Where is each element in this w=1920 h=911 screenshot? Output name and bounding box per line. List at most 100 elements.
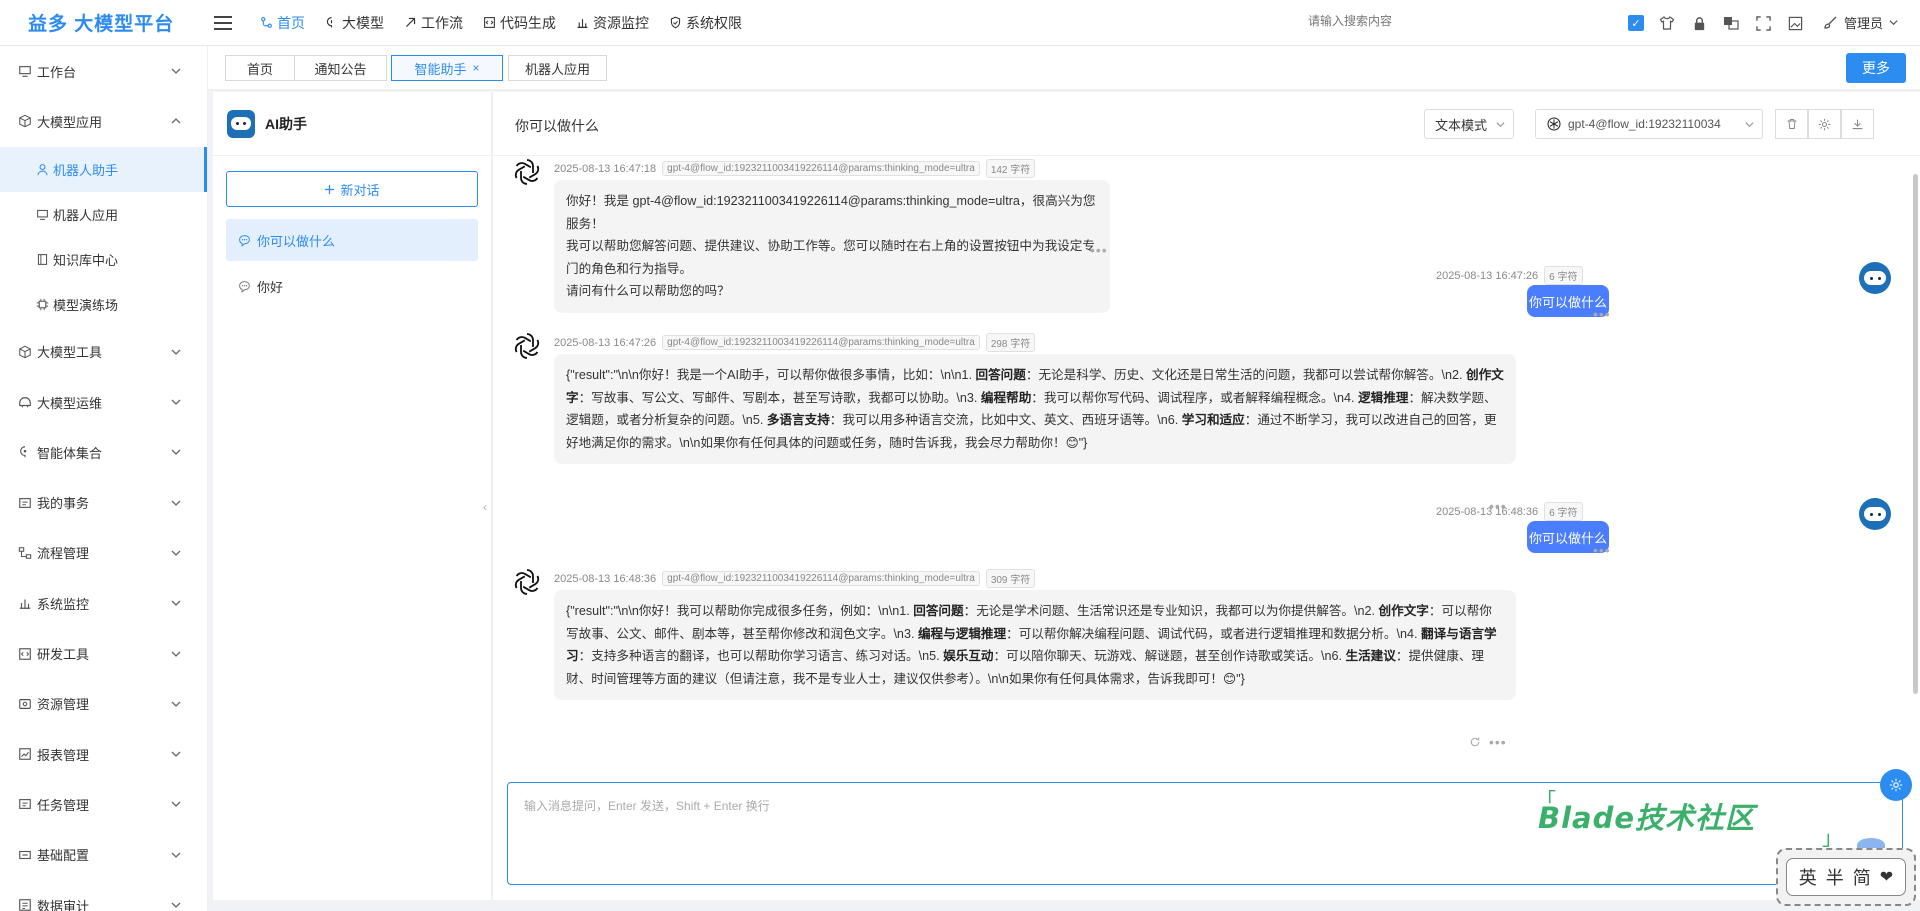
more-button[interactable]: 更多: [1846, 53, 1906, 83]
input-settings-button[interactable]: [1880, 769, 1912, 801]
heart-icon[interactable]: ❤: [1880, 867, 1893, 887]
settings-button[interactable]: [1808, 109, 1841, 139]
sidebar-item-data-audit[interactable]: 数据审计: [0, 880, 207, 911]
sidebar-item-base-config[interactable]: 基础配置: [0, 830, 207, 880]
more-options-icon[interactable]: •••: [1489, 734, 1507, 750]
topnav-monitor[interactable]: 资源监控: [576, 13, 649, 33]
ime-script[interactable]: 简: [1853, 864, 1871, 890]
more-options-icon[interactable]: •••: [1593, 306, 1611, 322]
tab-label: 通知公告: [314, 61, 367, 77]
chevron-up-icon: [171, 118, 181, 124]
char-count-badge: 142 字符: [985, 159, 1036, 178]
openai-icon: [1547, 117, 1561, 131]
tab-notices[interactable]: 通知公告: [294, 55, 387, 81]
download-icon: [1852, 119, 1863, 129]
more-options-icon[interactable]: •••: [1593, 542, 1611, 558]
chevron-down-icon: [171, 801, 181, 808]
refresh-icon[interactable]: [1469, 736, 1481, 748]
tab-robot-apps[interactable]: 机器人应用: [508, 55, 607, 81]
topnav-permissions[interactable]: 系统权限: [669, 13, 742, 33]
sidebar-item-label: 机器人应用: [53, 207, 119, 223]
bot-message-bubble: {"result":"\n\n你好！我可以帮助你完成很多任务，例如：\n\n1.…: [554, 590, 1516, 700]
chevron-down-icon: [1745, 122, 1754, 128]
message-bold: 编程帮助: [980, 390, 1032, 405]
fullscreen-icon[interactable]: [1754, 14, 1772, 32]
more-options-icon[interactable]: •••: [1090, 242, 1108, 258]
chevron-down-icon: [171, 500, 181, 506]
chevron-down-icon: [171, 449, 181, 456]
new-conversation-button[interactable]: 新对话: [226, 171, 478, 207]
conversation-item[interactable]: 你好: [226, 265, 478, 307]
message-text: {"result":"\n\n你好！我是一个AI助手，可以帮你做很多事情，比如：…: [566, 368, 976, 382]
topnav-label: 资源监控: [593, 14, 649, 31]
sidebar-item-sys-monitor[interactable]: 系统监控: [0, 578, 207, 628]
sidebar-item-robot-apps[interactable]: 机器人应用: [0, 192, 207, 237]
model-select[interactable]: gpt-4@flow_id:19232110034: [1535, 109, 1763, 139]
menu-toggle-icon[interactable]: [214, 15, 244, 30]
collapse-panel-icon[interactable]: ‹: [483, 500, 487, 514]
topnav-home[interactable]: 首页: [260, 13, 305, 33]
sidebar-item-model-playground[interactable]: 模型演练场: [0, 282, 207, 327]
message-text: ：可以陪你聊天、玩游戏、解谜题，甚至创作诗歌或笑话。\n6.: [993, 649, 1346, 663]
watermark: Blade技术社区: [1538, 801, 1756, 835]
topnav-workflow[interactable]: 工作流: [404, 13, 463, 33]
sidebar-item-label: 资源管理: [37, 697, 90, 713]
sidebar-item-task-mgmt[interactable]: 任务管理: [0, 779, 207, 829]
ops-icon: [19, 397, 31, 408]
sidebar-item-label: 基础配置: [37, 848, 90, 864]
search-input[interactable]: [1230, 14, 1470, 28]
ime-status[interactable]: 英 半 简 ❤: [1786, 858, 1906, 896]
sidebar-item-robot-assistant[interactable]: 机器人助手: [0, 146, 207, 192]
user-menu[interactable]: 管理员: [1822, 13, 1898, 32]
topnav-label: 工作流: [421, 14, 463, 31]
delete-button[interactable]: [1775, 109, 1808, 139]
tab-home[interactable]: 首页: [225, 55, 295, 81]
sidebar-item-agents[interactable]: 智能体集合: [0, 427, 207, 477]
topnav-label: 大模型: [342, 14, 384, 31]
sidebar-item-reports[interactable]: 报表管理: [0, 729, 207, 779]
chevron-down-icon: [171, 600, 181, 607]
theme-shirt-icon[interactable]: [1658, 14, 1676, 32]
sidebar-item-label: 系统监控: [37, 596, 90, 612]
topnav-codegen[interactable]: 代码生成: [483, 13, 556, 33]
conversation-item[interactable]: 你可以做什么: [226, 219, 478, 261]
ime-width[interactable]: 半: [1826, 864, 1844, 890]
sidebar-item-dev-tools[interactable]: 研发工具: [0, 628, 207, 678]
code-icon: [19, 647, 31, 660]
message-text: ：无论是学术问题、生活常识还是专业知识，我都可以为你提供解答。\n2.: [963, 604, 1379, 618]
message-text: ：支持多种语言的翻译，也可以帮助你学习语言、练习对话。\n5.: [578, 649, 944, 663]
sidebar-item-llm-tools[interactable]: 大模型工具: [0, 327, 207, 377]
user-name: 管理员: [1844, 16, 1884, 31]
assistant-header: AI助手: [213, 92, 491, 156]
sidebar-item-llm-apps[interactable]: 大模型应用: [0, 96, 207, 146]
translate-icon[interactable]: [1722, 14, 1740, 32]
sidebar-item-llm-ops[interactable]: 大模型运维: [0, 377, 207, 427]
download-button[interactable]: [1841, 109, 1874, 139]
brush-icon: [1824, 16, 1837, 29]
bot-message-bubble: {"result":"\n\n你好！我是一个AI助手，可以帮你做很多事情，比如：…: [554, 354, 1516, 464]
checkbox-icon[interactable]: ✓: [1628, 15, 1644, 31]
user-avatar-icon: [1859, 498, 1891, 530]
sidebar-item-process[interactable]: 流程管理: [0, 528, 207, 578]
flow-icon: [18, 547, 32, 559]
topnav-models[interactable]: 大模型: [325, 13, 384, 33]
lock-icon[interactable]: [1690, 14, 1708, 32]
image-icon[interactable]: [1786, 14, 1804, 32]
sidebar-item-my-tasks[interactable]: 我的事务: [0, 477, 207, 527]
message-text: ：写故事、写公文、写邮件、写剧本，甚至写诗歌，我都可以协助。\n3.: [578, 390, 981, 405]
user-icon: [37, 163, 48, 175]
chat-scrollbar[interactable]: [1913, 174, 1918, 694]
sidebar-item-resources[interactable]: 资源管理: [0, 679, 207, 729]
brand-logo[interactable]: 益多 大模型平台: [0, 9, 210, 36]
top-header: 益多 大模型平台 首页 大模型 工作流 代码生成 资源监控 系统权限 ✓: [0, 0, 1920, 46]
header-icon-group: ✓: [1628, 14, 1804, 32]
mode-select[interactable]: 文本模式: [1424, 109, 1514, 139]
sidebar-item-knowledge-base[interactable]: 知识库中心: [0, 237, 207, 282]
ime-lang[interactable]: 英: [1799, 864, 1817, 890]
message-bold: 创作文字: [1378, 604, 1429, 618]
conversation-label: 你可以做什么: [257, 233, 336, 249]
sidebar-item-workbench[interactable]: 工作台: [0, 46, 207, 96]
message-list: 2025-08-13 16:47:18 gpt-4@flow_id:192321…: [493, 156, 1920, 771]
close-icon[interactable]: ×: [473, 61, 480, 75]
tab-smart-assistant[interactable]: 智能助手 ×: [391, 55, 503, 81]
